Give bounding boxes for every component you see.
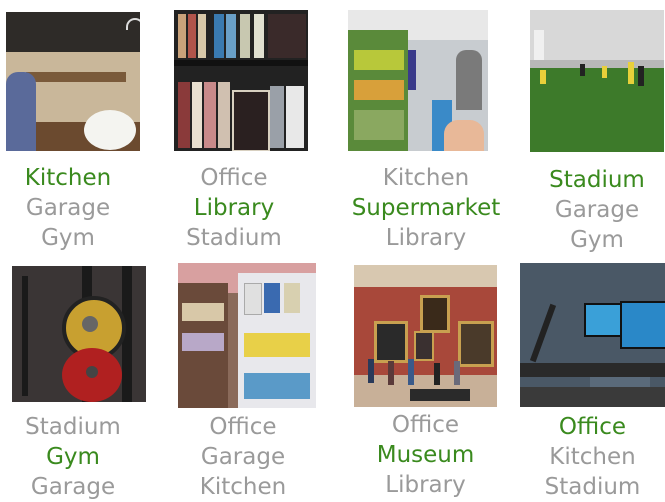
label-option: Kitchen — [199, 474, 287, 500]
label-correct: Library — [193, 195, 275, 221]
office-image — [520, 263, 665, 407]
label-group: Stadium Garage Gym — [530, 165, 664, 255]
label-correct: Office — [558, 414, 627, 440]
kitchen-image — [6, 12, 140, 151]
supermarket-image — [348, 10, 488, 151]
label-option: Office — [200, 165, 268, 191]
label-option: Stadium — [544, 474, 641, 500]
label-option: Library — [385, 472, 466, 498]
label-correct: Supermarket — [351, 195, 501, 221]
label-option: Gym — [41, 225, 95, 251]
label-group: Kitchen Supermarket Library — [348, 163, 504, 253]
gym-image — [12, 266, 146, 402]
label-option: Stadium — [186, 225, 282, 251]
label-option: Garage — [25, 195, 111, 221]
label-option: Stadium — [25, 414, 121, 440]
label-correct: Gym — [46, 444, 100, 470]
museum-image — [354, 265, 497, 407]
label-group: Kitchen Garage Gym — [6, 163, 130, 253]
label-group: Office Museum Library — [354, 410, 497, 500]
stadium-image — [530, 10, 664, 152]
label-group: Stadium Gym Garage — [12, 412, 134, 502]
library-image — [174, 10, 308, 151]
label-option: Garage — [554, 197, 640, 223]
label-option: Office — [391, 412, 460, 438]
label-group: Office Kitchen Stadium — [520, 412, 665, 502]
label-option: Kitchen — [549, 444, 636, 470]
label-option: Garage — [200, 444, 286, 470]
label-correct: Kitchen — [24, 165, 112, 191]
label-group: Office Garage Kitchen — [178, 412, 308, 502]
label-option: Library — [385, 225, 467, 251]
label-option: Garage — [30, 474, 116, 500]
label-correct: Museum — [376, 442, 475, 468]
label-option: Kitchen — [382, 165, 470, 191]
aisle-image — [178, 263, 316, 408]
label-option: Gym — [570, 227, 624, 253]
label-correct: Stadium — [549, 167, 645, 193]
label-group: Office Library Stadium — [174, 163, 294, 253]
label-option: Office — [209, 414, 277, 440]
